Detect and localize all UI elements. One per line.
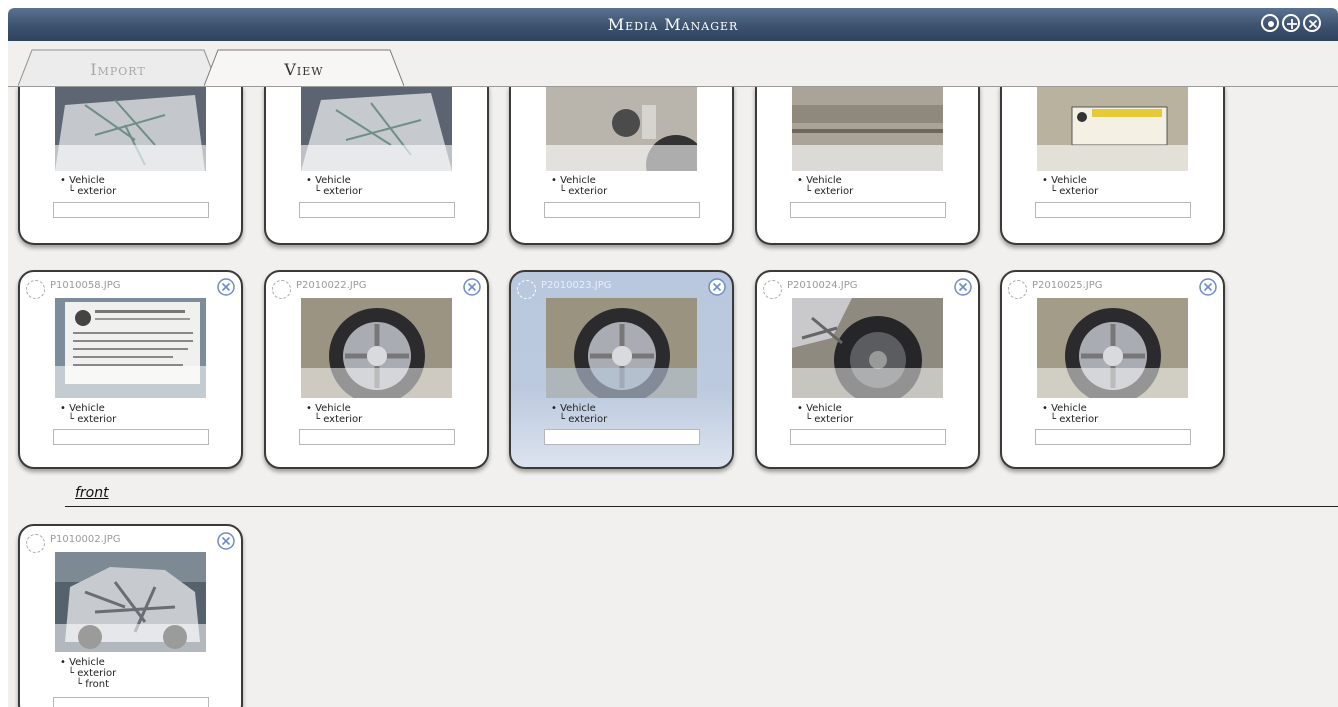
media-grid[interactable]: • Vehicle └ exterior • Vehicle └ exterio… <box>8 87 1338 707</box>
tag-tree: • Vehicle └ exterior <box>1042 403 1098 425</box>
tag-vehicle: • Vehicle <box>306 175 351 186</box>
tag-vehicle: • Vehicle <box>60 403 105 414</box>
photo-thumbnail[interactable] <box>1037 298 1188 398</box>
delete-icon[interactable] <box>217 278 235 296</box>
tag-vehicle: • Vehicle <box>60 175 105 186</box>
tag-vehicle: • Vehicle <box>797 403 842 414</box>
photo-thumbnail[interactable] <box>301 298 452 398</box>
file-name: P2010023.JPG <box>541 280 612 291</box>
media-card[interactable]: P1010002.JPG • Vehicle └ exterior └ fron… <box>18 524 243 707</box>
tag-exterior: └ exterior <box>805 186 854 197</box>
media-card[interactable]: • Vehicle └ exterior <box>509 87 734 245</box>
delete-icon[interactable] <box>1199 278 1217 296</box>
tag-vehicle: • Vehicle <box>60 657 105 668</box>
caption-input[interactable] <box>544 202 700 218</box>
delete-icon[interactable] <box>954 278 972 296</box>
photo-thumbnail[interactable] <box>55 552 206 652</box>
file-name: P2010025.JPG <box>1032 280 1103 291</box>
caption-input[interactable] <box>790 429 946 445</box>
media-card[interactable]: P2010024.JPG • Vehicle └ exterior <box>755 270 980 469</box>
tag-tree: • Vehicle └ exterior <box>60 175 116 197</box>
photo-thumbnail[interactable] <box>55 87 206 171</box>
tab-view[interactable]: View <box>204 49 404 87</box>
tag-exterior: └ exterior <box>1050 186 1099 197</box>
media-card[interactable]: • Vehicle └ exterior <box>755 87 980 245</box>
file-name: P1010058.JPG <box>50 280 121 291</box>
select-checkbox[interactable] <box>517 280 536 299</box>
section-title-front: front <box>75 485 109 501</box>
delete-icon[interactable] <box>463 278 481 296</box>
close-icon[interactable] <box>1303 14 1321 32</box>
photo-thumbnail[interactable] <box>792 298 943 398</box>
caption-input[interactable] <box>53 429 209 445</box>
tag-vehicle: • Vehicle <box>797 175 842 186</box>
section-divider <box>65 506 1338 507</box>
select-checkbox[interactable] <box>26 534 45 553</box>
caption-input[interactable] <box>544 429 700 445</box>
record-icon[interactable] <box>1261 14 1279 32</box>
tag-tree: • Vehicle └ exterior <box>1042 175 1098 197</box>
tab-import[interactable]: Import <box>18 49 218 87</box>
caption-input[interactable] <box>790 202 946 218</box>
media-card[interactable]: • Vehicle └ exterior <box>264 87 489 245</box>
select-checkbox[interactable] <box>26 280 45 299</box>
tab-strip: Import View <box>8 41 1338 88</box>
photo-thumbnail[interactable] <box>301 87 452 171</box>
tag-tree: • Vehicle └ exterior <box>797 175 853 197</box>
tag-exterior: └ exterior <box>314 186 363 197</box>
media-card[interactable]: • Vehicle └ exterior <box>1000 87 1225 245</box>
photo-thumbnail[interactable] <box>1037 87 1188 171</box>
media-card[interactable]: P1010058.JPG • Vehicle └ exterior <box>18 270 243 469</box>
tag-tree: • Vehicle └ exterior <box>551 403 607 425</box>
caption-input[interactable] <box>1035 429 1191 445</box>
tag-tree: • Vehicle └ exterior <box>306 175 362 197</box>
tag-front: └ front <box>76 679 109 690</box>
media-card[interactable]: P2010025.JPG • Vehicle └ exterior <box>1000 270 1225 469</box>
select-checkbox[interactable] <box>1008 280 1027 299</box>
tag-exterior: └ exterior <box>314 414 363 425</box>
caption-input[interactable] <box>299 429 455 445</box>
media-card-selected[interactable]: P2010023.JPG • Vehicle └ exterior <box>509 270 734 469</box>
caption-input[interactable] <box>53 697 209 707</box>
media-card[interactable]: • Vehicle └ exterior <box>18 87 243 245</box>
photo-thumbnail[interactable] <box>546 87 697 171</box>
caption-input[interactable] <box>1035 202 1191 218</box>
photo-thumbnail[interactable] <box>55 298 206 398</box>
file-name: P1010002.JPG <box>50 534 121 545</box>
caption-input[interactable] <box>53 202 209 218</box>
caption-input[interactable] <box>299 202 455 218</box>
tag-exterior: └ exterior <box>68 668 117 679</box>
delete-icon[interactable] <box>217 532 235 550</box>
add-icon[interactable] <box>1282 14 1300 32</box>
photo-thumbnail[interactable] <box>546 298 697 398</box>
tag-vehicle: • Vehicle <box>551 175 596 186</box>
tag-vehicle: • Vehicle <box>306 403 351 414</box>
tag-tree: • Vehicle └ exterior <box>797 403 853 425</box>
select-checkbox[interactable] <box>272 280 291 299</box>
file-name: P2010022.JPG <box>296 280 367 291</box>
tab-import-label: Import <box>90 60 146 79</box>
tag-vehicle: • Vehicle <box>1042 403 1087 414</box>
media-manager-window: Media Manager Import View • Vehicle └ ex… <box>8 8 1338 707</box>
media-card[interactable]: P2010022.JPG • Vehicle └ exterior <box>264 270 489 469</box>
tag-tree: • Vehicle └ exterior └ front <box>60 657 116 690</box>
tag-exterior: └ exterior <box>1050 414 1099 425</box>
photo-thumbnail[interactable] <box>792 87 943 171</box>
tag-exterior: └ exterior <box>68 414 117 425</box>
tag-vehicle: • Vehicle <box>1042 175 1087 186</box>
file-name: P2010024.JPG <box>787 280 858 291</box>
tab-view-label: View <box>284 60 324 79</box>
tag-exterior: └ exterior <box>559 186 608 197</box>
tag-exterior: └ exterior <box>805 414 854 425</box>
title-bar[interactable]: Media Manager <box>8 8 1338 41</box>
tag-tree: • Vehicle └ exterior <box>306 403 362 425</box>
tag-exterior: └ exterior <box>559 414 608 425</box>
tag-vehicle: • Vehicle <box>551 403 596 414</box>
tag-tree: • Vehicle └ exterior <box>60 403 116 425</box>
tag-exterior: └ exterior <box>68 186 117 197</box>
delete-icon[interactable] <box>708 278 726 296</box>
select-checkbox[interactable] <box>763 280 782 299</box>
tag-tree: • Vehicle └ exterior <box>551 175 607 197</box>
window-title: Media Manager <box>607 15 739 34</box>
